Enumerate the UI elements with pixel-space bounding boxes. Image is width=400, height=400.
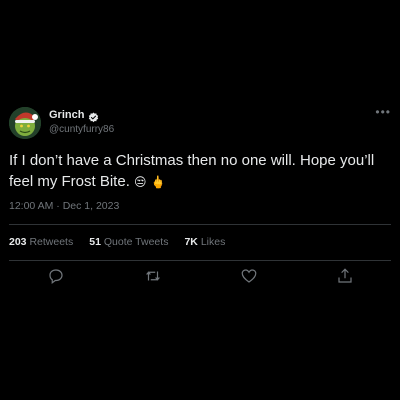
- quote-tweets-stat[interactable]: 51 Quote Tweets: [89, 236, 168, 248]
- name-row: Grinch: [49, 109, 99, 122]
- tweet-text: If I don’t have a Christmas then no one …: [9, 152, 375, 190]
- verified-badge-icon: [88, 110, 99, 122]
- retweets-label: Retweets: [29, 236, 74, 248]
- tweet-actions: [0, 267, 400, 287]
- grinch-avatar-image: [9, 107, 41, 139]
- middle-finger-emoji: 🖕: [150, 175, 166, 189]
- unamused-emoji: 😒: [134, 175, 147, 189]
- quote-tweets-label: Quote Tweets: [103, 236, 169, 248]
- avatar[interactable]: [9, 107, 41, 139]
- more-options-icon[interactable]: •••: [375, 106, 391, 118]
- quote-tweets-count: 51: [89, 236, 101, 248]
- divider: [9, 260, 391, 261]
- likes-stat[interactable]: 7K Likes: [184, 236, 225, 248]
- likes-count: 7K: [184, 236, 198, 248]
- divider: [9, 224, 391, 225]
- tweet-timestamp[interactable]: 12:00 AM · Dec 1, 2023: [9, 200, 119, 212]
- tweet-stats: 203 Retweets 51 Quote Tweets 7K Likes: [9, 236, 225, 248]
- tweet-text-block: If I don’t have a Christmas then no one …: [9, 150, 391, 193]
- retweets-stat[interactable]: 203 Retweets: [9, 236, 73, 248]
- retweets-count: 203: [9, 236, 27, 248]
- share-icon[interactable]: [336, 267, 354, 285]
- tweet-card: Grinch @cuntyfurry86 ••• If I don’t have…: [0, 0, 400, 400]
- retweet-icon[interactable]: [144, 267, 162, 285]
- likes-label: Likes: [200, 236, 226, 248]
- display-name[interactable]: Grinch: [49, 109, 84, 121]
- tweet-header: Grinch @cuntyfurry86 •••: [9, 106, 391, 141]
- reply-icon[interactable]: [47, 267, 65, 285]
- user-handle[interactable]: @cuntyfurry86: [49, 124, 114, 135]
- heart-icon[interactable]: [240, 267, 258, 285]
